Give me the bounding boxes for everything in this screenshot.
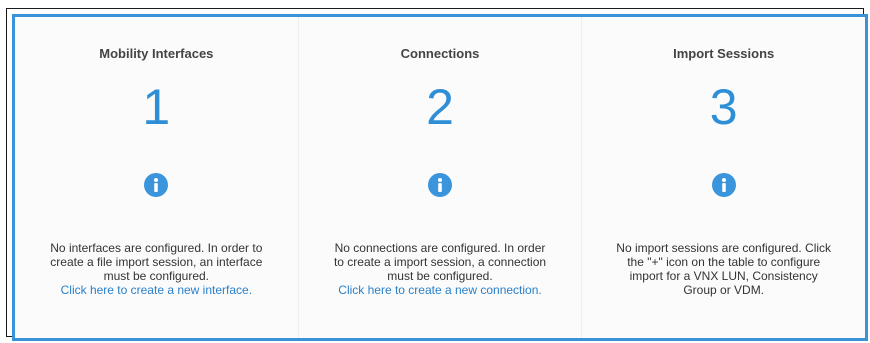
card-message-text: No connections are configured. In order … xyxy=(333,241,547,283)
info-icon xyxy=(711,173,736,197)
card-connections: Connections 2 No connections are configu… xyxy=(297,17,582,338)
card-import-sessions: Import Sessions 3 No import sessions are… xyxy=(581,17,865,338)
card-title: Connections xyxy=(400,46,480,61)
import-dashboard: Mobility Interfaces 1 No interfaces are … xyxy=(12,14,868,341)
card-message-text: No interfaces are configured. In order t… xyxy=(50,241,263,283)
card-message: No import sessions are configured. Click… xyxy=(614,241,833,297)
info-icon xyxy=(428,173,452,197)
card-count: 2 xyxy=(426,79,454,135)
card-title: Mobility Interfaces xyxy=(99,46,214,61)
create-connection-link[interactable]: Click here to create a new connection. xyxy=(331,283,550,297)
card-message: No connections are configured. In order … xyxy=(331,241,550,297)
card-message: No interfaces are configured. In order t… xyxy=(47,241,266,297)
card-count: 1 xyxy=(142,79,171,135)
card-mobility-interfaces: Mobility Interfaces 1 No interfaces are … xyxy=(15,17,298,338)
info-icon xyxy=(144,173,169,197)
card-title: Import Sessions xyxy=(673,46,775,61)
card-count: 3 xyxy=(709,79,738,135)
create-interface-link[interactable]: Click here to create a new interface. xyxy=(47,283,266,297)
card-message-text: No import sessions are configured. Click… xyxy=(616,241,832,297)
